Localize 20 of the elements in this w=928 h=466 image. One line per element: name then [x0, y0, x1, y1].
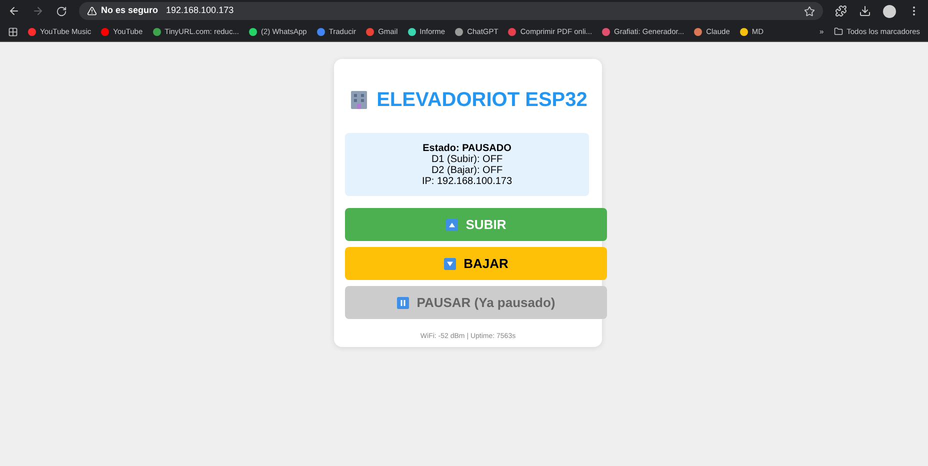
profile-avatar[interactable]	[883, 4, 896, 18]
warning-icon	[87, 6, 97, 16]
pause-icon	[396, 296, 409, 308]
back-icon[interactable]	[8, 5, 20, 17]
building-icon	[348, 90, 369, 110]
address-bar[interactable]: No es seguro 192.168.100.173	[79, 2, 823, 20]
status-state: Estado: PAUSADO	[422, 142, 512, 154]
apps-icon[interactable]	[8, 26, 18, 36]
bookmark-star-icon[interactable]	[804, 6, 815, 16]
security-chip[interactable]: No es seguro	[87, 4, 158, 18]
page-title: ELEVADORIOT ESP32	[376, 88, 588, 113]
url-text: 192.168.100.173	[166, 4, 234, 18]
reload-icon[interactable]	[56, 6, 67, 16]
control-button[interactable]: BAJAR	[345, 247, 607, 280]
status-line: IP: 192.168.100.173	[422, 176, 512, 186]
status-line: D2 (Bajar): OFF	[431, 164, 503, 176]
folder-icon	[834, 27, 843, 36]
extensions-icon[interactable]	[835, 5, 847, 17]
status-line: D1 (Subir): OFF	[431, 154, 503, 164]
download-icon[interactable]	[859, 5, 871, 17]
